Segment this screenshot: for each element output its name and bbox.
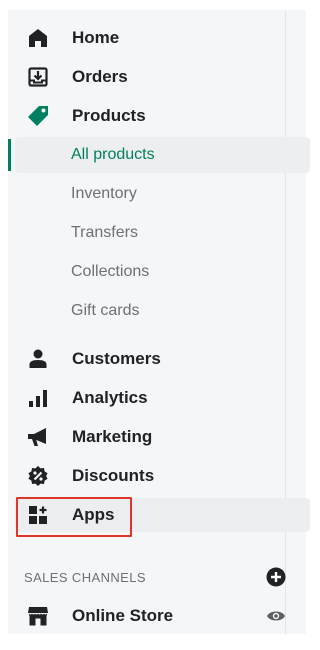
orders-icon [27, 66, 49, 88]
sidebar-subitem-transfers[interactable]: Transfers [15, 215, 310, 251]
sidebar-item-label: Orders [72, 67, 128, 86]
highlight-box [16, 497, 132, 537]
sidebar-subitem-collections[interactable]: Collections [15, 254, 310, 290]
person-icon [27, 348, 49, 370]
sidebar-subitem-label: Transfers [71, 224, 138, 241]
sidebar-item-label: Analytics [72, 388, 148, 407]
home-icon [27, 27, 49, 49]
sidebar-item-label: Home [72, 28, 120, 47]
store-icon [27, 605, 49, 627]
app-frame: Home Orders Products All products Invent… [0, 0, 318, 650]
sidebar-item-label: Customers [72, 349, 161, 368]
sidebar-item-customers[interactable]: Customers [15, 342, 310, 376]
sidebar-item-products[interactable]: Products [15, 99, 310, 133]
sidebar-subitem-gift-cards[interactable]: Gift cards [15, 293, 310, 329]
sidebar-item-marketing[interactable]: Marketing [15, 420, 310, 454]
section-title: SALES CHANNELS [24, 569, 146, 585]
sidebar-item-orders[interactable]: Orders [15, 60, 310, 94]
sidebar-subitem-label: Gift cards [71, 302, 140, 319]
sidebar-subitem-all-products[interactable]: All products [15, 137, 310, 173]
tag-icon [27, 105, 49, 127]
add-circle-icon[interactable] [266, 567, 286, 587]
sales-channels-header: SALES CHANNELS [24, 566, 294, 588]
active-indicator [8, 139, 11, 171]
sidebar-subitem-label: Inventory [71, 185, 137, 202]
sidebar-item-label: Online Store [72, 606, 174, 625]
discount-badge-icon [27, 465, 49, 487]
sidebar-subitem-inventory[interactable]: Inventory [15, 176, 310, 212]
sidebar-item-label: Discounts [72, 466, 155, 485]
sidebar-item-discounts[interactable]: Discounts [15, 459, 310, 493]
sidebar-subitem-label: All products [71, 146, 155, 163]
sidebar-item-home[interactable]: Home [15, 21, 310, 55]
sidebar-item-analytics[interactable]: Analytics [15, 381, 310, 415]
sidebar-item-label: Products [72, 106, 146, 125]
sidebar-item-label: Marketing [72, 427, 153, 446]
sidebar-subitem-label: Collections [71, 263, 150, 280]
megaphone-icon [27, 426, 49, 448]
bar-chart-icon [27, 387, 49, 409]
eye-icon[interactable] [266, 606, 286, 626]
